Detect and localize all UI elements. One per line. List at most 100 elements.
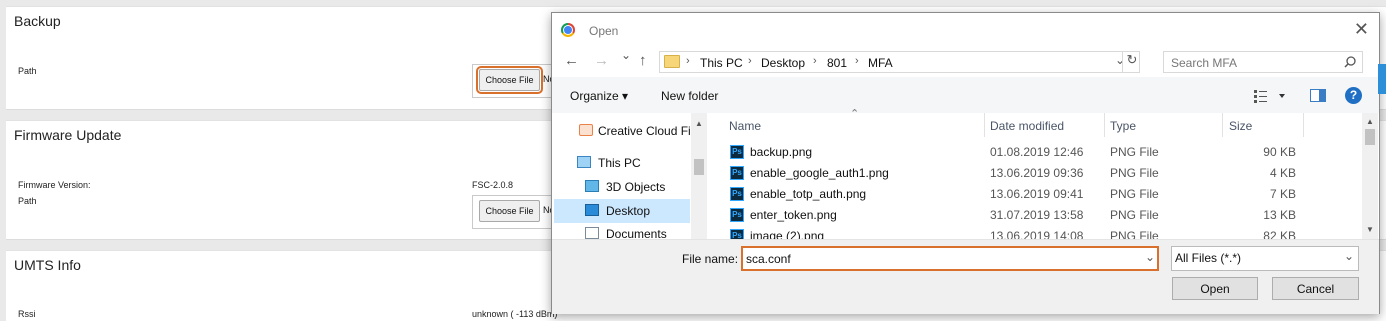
nav-item-creative-cloud[interactable]: Creative Cloud Fil [598,124,693,138]
up-folder-icon[interactable]: ↑ [639,52,647,69]
backup-path-label: Path [18,66,37,76]
file-type-filter[interactable]: All Files (*.*) ⌄ [1171,246,1359,271]
file-row[interactable]: Ps backup.png 01.08.2019 12:46 PNG File … [730,143,1360,163]
firmware-path-label: Path [18,196,37,206]
open-file-dialog: Open ✕ ← → ⌄ ↑ › This PC › Desktop › 801… [551,12,1380,314]
file-name-label: File name: [682,252,739,266]
nav-item-3d-objects[interactable]: 3D Objects [606,180,665,194]
photoshop-file-icon: Ps [730,229,744,239]
address-bar[interactable]: › This PC › Desktop › 801 › MFA ⌄ ↻ [659,51,1140,73]
firmware-version-label: Firmware Version: [18,180,91,190]
file-size: 90 KB [1263,145,1296,159]
column-header-date[interactable]: Date modified [990,119,1064,133]
nav-pane-scrollbar[interactable]: ▲ [691,113,707,239]
file-size: 7 KB [1269,187,1296,201]
firmware-choose-file-button[interactable]: Choose File [479,200,540,222]
column-divider [984,113,985,137]
organize-button[interactable]: Organize ▾ [570,89,628,103]
file-list: Ps backup.png 01.08.2019 12:46 PNG File … [707,141,1361,239]
photoshop-file-icon: Ps [730,187,744,201]
nav-scroll-up-icon[interactable]: ▲ [695,119,703,128]
file-type: PNG File [1110,166,1159,180]
backup-title: Backup [14,13,61,29]
file-name: enter_token.png [750,208,837,222]
view-options-icon[interactable] [1254,89,1286,103]
background-blue-button[interactable] [1378,64,1386,94]
umts-title: UMTS Info [14,257,81,273]
file-name-field[interactable]: sca.conf ⌄ [741,246,1159,271]
nav-scroll-thumb[interactable] [694,159,704,175]
file-date: 01.08.2019 12:46 [990,145,1084,159]
breadcrumb-separator: › [813,55,817,67]
file-date: 31.07.2019 13:58 [990,208,1084,222]
file-date: 13.06.2019 09:41 [990,187,1084,201]
search-input[interactable]: Search MFA [1163,51,1363,73]
file-date: 13.06.2019 14:08 [990,229,1084,239]
file-type: PNG File [1110,145,1159,159]
file-size: 4 KB [1269,166,1296,180]
refresh-icon[interactable]: ↻ [1122,52,1141,72]
file-type-filter-value: All Files (*.*) [1175,251,1242,265]
open-button[interactable]: Open [1172,277,1258,300]
breadcrumb-separator: › [748,55,752,67]
chrome-icon [561,23,575,37]
file-name: enable_google_auth1.png [750,166,889,180]
nav-item-desktop[interactable]: Desktop [606,204,650,218]
firmware-version-value: FSC-2.0.8 [472,180,514,190]
scroll-up-icon[interactable]: ▲ [1366,117,1374,126]
documents-icon [585,227,599,239]
file-name-value: sca.conf [746,252,791,266]
photoshop-file-icon: Ps [730,145,744,159]
scroll-down-icon[interactable]: ▼ [1366,225,1374,234]
this-pc-icon [577,156,591,168]
preview-pane-icon[interactable] [1310,89,1326,102]
forward-icon[interactable]: → [594,52,609,69]
file-row[interactable]: Ps image (2).png 13.06.2019 14:08 PNG Fi… [730,227,1360,239]
breadcrumb-this-pc[interactable]: This PC [700,56,743,70]
file-name: image (2).png [750,229,825,239]
file-date: 13.06.2019 09:36 [990,166,1084,180]
breadcrumb-desktop[interactable]: Desktop [761,56,805,70]
scroll-thumb[interactable] [1365,129,1375,145]
breadcrumb-801[interactable]: 801 [827,56,847,70]
navigation-pane: Creative Cloud Fil This PC 3D Objects De… [552,113,706,241]
file-row[interactable]: Ps enter_token.png 31.07.2019 13:58 PNG … [730,206,1360,226]
creative-cloud-icon [579,124,593,136]
file-name: backup.png [750,145,813,159]
cancel-button[interactable]: Cancel [1272,277,1359,300]
nav-item-this-pc[interactable]: This PC [598,156,641,170]
column-divider [1303,113,1304,137]
breadcrumb-separator: › [855,55,859,67]
search-icon [1344,56,1356,68]
dialog-title: Open [589,24,619,38]
close-button[interactable]: ✕ [1354,19,1369,40]
back-icon[interactable]: ← [564,52,579,69]
file-name: enable_totp_auth.png [750,187,867,201]
sort-ascending-icon: ⌃ [850,108,860,120]
file-size: 13 KB [1263,208,1296,222]
file-row[interactable]: Ps enable_totp_auth.png 13.06.2019 09:41… [730,185,1360,205]
search-placeholder: Search MFA [1171,56,1238,70]
file-size: 82 KB [1263,229,1296,239]
dialog-footer: File name: sca.conf ⌄ All Files (*.*) ⌄ … [552,239,1379,314]
filter-chevron-down-icon[interactable]: ⌄ [1344,249,1354,263]
desktop-icon [585,204,599,216]
file-type: PNG File [1110,187,1159,201]
column-header-name[interactable]: Name [729,119,761,133]
firmware-title: Firmware Update [14,127,122,143]
folder-icon [664,55,680,68]
backup-choose-file-button[interactable]: Choose File [476,66,543,94]
3d-objects-icon [585,180,599,192]
column-header-size[interactable]: Size [1229,119,1252,133]
recent-locations-chevron-down-icon[interactable]: ⌄ [621,48,631,62]
column-divider [1104,113,1105,137]
file-name-chevron-down-icon[interactable]: ⌄ [1145,250,1155,264]
file-type: PNG File [1110,229,1159,239]
file-list-scrollbar[interactable]: ▲ ▼ [1362,113,1378,239]
help-icon[interactable]: ? [1345,87,1362,104]
photoshop-file-icon: Ps [730,208,744,222]
breadcrumb-mfa[interactable]: MFA [868,56,893,70]
column-header-type[interactable]: Type [1110,119,1136,133]
file-row[interactable]: Ps enable_google_auth1.png 13.06.2019 09… [730,164,1360,184]
new-folder-button[interactable]: New folder [661,89,718,103]
